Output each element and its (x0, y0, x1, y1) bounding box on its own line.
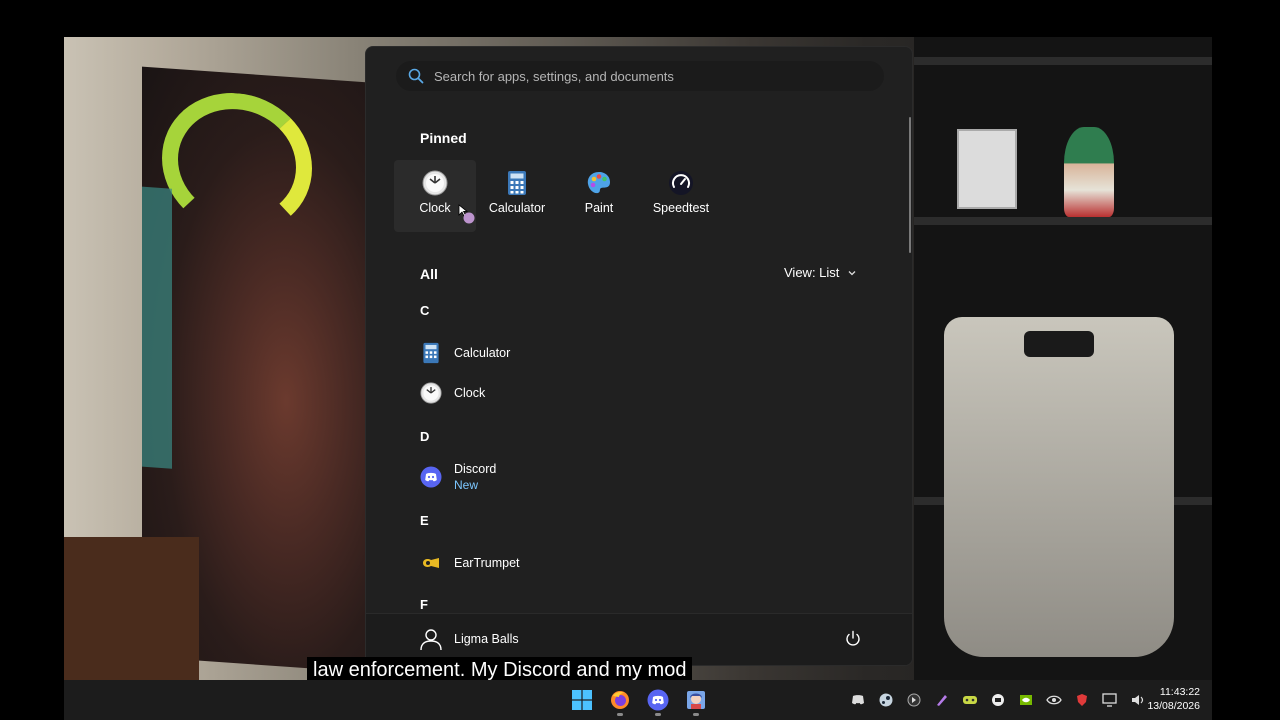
taskbar-anime-app[interactable] (682, 686, 710, 716)
calculator-icon (420, 342, 442, 364)
user-name: Ligma Balls (454, 632, 519, 646)
taskbar-discord[interactable] (644, 686, 672, 716)
search-input[interactable] (434, 68, 874, 84)
discord-icon (645, 687, 671, 713)
app-name: EarTrumpet (454, 556, 520, 570)
pinned-grid: Clock Calculator Paint Speedtest (394, 160, 722, 232)
calculator-icon (504, 170, 530, 196)
shelf-board (914, 217, 1212, 225)
media-icon[interactable] (988, 690, 1008, 710)
pinned-paint[interactable]: Paint (558, 160, 640, 232)
speedtest-icon (668, 170, 694, 196)
all-apps-list: C Calculator Clock D Discord New E EarTr… (420, 303, 860, 617)
taskbar: 11:43:22 13/08/2026 (64, 680, 1212, 720)
group-letter[interactable]: C (420, 303, 860, 323)
clock-icon (422, 170, 448, 196)
pinned-label: Speedtest (652, 201, 710, 215)
running-indicator (617, 713, 623, 716)
view-list-button[interactable]: View: List (784, 265, 857, 280)
pinned-label: Calculator (488, 201, 546, 215)
shelf-board (914, 57, 1212, 65)
figurine (1064, 127, 1114, 217)
pinned-speedtest[interactable]: Speedtest (640, 160, 722, 232)
chevron-down-icon (847, 268, 857, 278)
power-icon (844, 630, 862, 648)
app-row-eartrumpet[interactable]: EarTrumpet (420, 543, 860, 583)
start-menu: Pinned Clock Calculator Paint Speedtest (365, 46, 913, 666)
painting-ring (162, 88, 312, 239)
app-tray-icon[interactable] (904, 690, 924, 710)
pinned-calculator[interactable]: Calculator (476, 160, 558, 232)
user-icon (418, 626, 444, 652)
user-account-button[interactable]: Ligma Balls (418, 626, 519, 652)
paint-icon (586, 170, 612, 196)
group-letter[interactable]: E (420, 513, 860, 533)
view-label: View: List (784, 265, 840, 280)
firefox-icon (607, 687, 633, 713)
pinned-title: Pinned (420, 130, 467, 146)
all-apps-title: All (420, 266, 438, 282)
group-letter[interactable]: D (420, 429, 860, 449)
wooden-cabinet (64, 537, 199, 680)
chair (944, 317, 1174, 657)
app-name: Clock (454, 386, 486, 400)
app-row-calculator[interactable]: Calculator (420, 333, 860, 373)
pinned-label: Clock (419, 201, 451, 215)
start-icon (569, 687, 595, 713)
app-name: Discord (454, 462, 497, 476)
discord-tray-icon[interactable] (848, 690, 868, 710)
system-tray (848, 690, 1148, 710)
eye-icon[interactable] (1044, 690, 1064, 710)
app-row-clock[interactable]: Clock (420, 373, 860, 413)
pen-icon[interactable] (932, 690, 952, 710)
eartrumpet-icon (420, 552, 442, 574)
start-button[interactable] (568, 686, 596, 714)
running-indicator (655, 713, 661, 716)
power-button[interactable] (844, 630, 862, 653)
anime-app-icon (683, 687, 709, 713)
taskbar-clock[interactable]: 11:43:22 13/08/2026 (1144, 685, 1200, 713)
new-badge: New (454, 478, 479, 492)
search-bar[interactable] (396, 61, 884, 91)
network-icon[interactable] (1100, 690, 1120, 710)
chair-slot (1024, 331, 1094, 357)
app-row-discord[interactable]: Discord New (420, 455, 860, 499)
discord-icon (420, 466, 442, 488)
scrollbar[interactable] (909, 117, 911, 253)
clock-icon (420, 382, 442, 404)
steam-icon[interactable] (876, 690, 896, 710)
painting-stripe (142, 186, 172, 469)
pinned-label: Paint (584, 201, 614, 215)
clock-date: 13/08/2026 (1147, 700, 1200, 712)
app-name: Calculator (454, 346, 511, 360)
discord-text: Discord New (442, 462, 496, 492)
figure-box (957, 129, 1017, 209)
controller-icon[interactable] (960, 690, 980, 710)
antivirus-icon[interactable] (1072, 690, 1092, 710)
taskbar-firefox[interactable] (606, 686, 634, 716)
mouse-cursor (458, 204, 478, 231)
search-icon (408, 68, 424, 84)
nvidia-icon[interactable] (1016, 690, 1036, 710)
running-indicator (693, 713, 699, 716)
taskbar-apps (568, 686, 710, 716)
clock-time: 11:43:22 (1159, 686, 1200, 698)
